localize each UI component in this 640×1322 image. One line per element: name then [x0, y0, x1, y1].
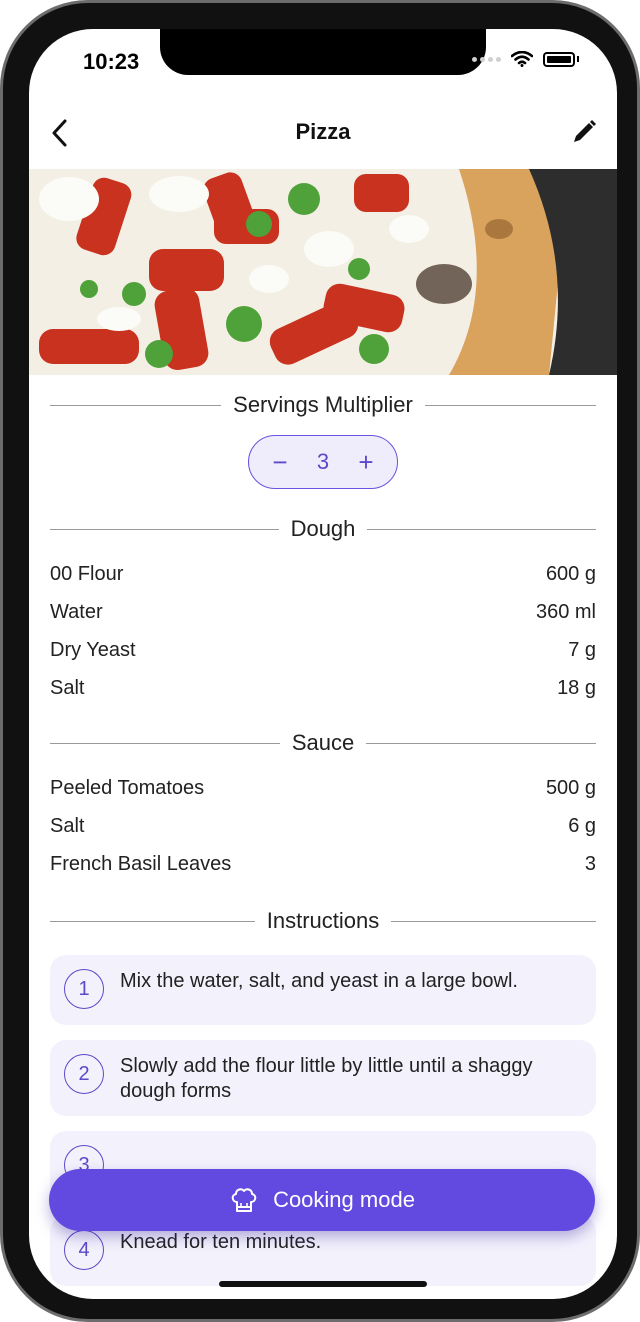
ingredient-name: Dry Yeast: [50, 638, 136, 661]
page-title: Pizza: [295, 119, 351, 144]
ingredient-row: Salt 18 g: [50, 669, 596, 707]
servings-divider: Servings Multiplier: [50, 375, 597, 435]
ingredient-amount: 3: [584, 852, 596, 875]
signal-icon: [472, 56, 501, 62]
pizza-image: [29, 169, 617, 375]
status-icons: [472, 51, 579, 67]
ingredient-row: 00 Flour 600 g: [50, 555, 596, 593]
servings-value: 3: [316, 449, 330, 474]
servings-label: Servings Multiplier: [233, 392, 413, 417]
decrement-button[interactable]: −: [267, 447, 293, 478]
pencil-icon[interactable]: [569, 117, 599, 147]
step-number: 4: [64, 1230, 104, 1270]
step-number: 1: [64, 969, 104, 1009]
ingredient-name: Peeled Tomatoes: [50, 776, 205, 799]
status-time: 10:23: [83, 49, 140, 74]
section-title-instructions: Instructions: [266, 908, 380, 933]
cooking-mode-button[interactable]: Cooking mode: [49, 1169, 595, 1231]
ingredient-amount: 360 ml: [535, 600, 596, 623]
wifi-icon: [511, 51, 533, 67]
battery-icon: [543, 51, 575, 67]
sauce-divider: Sauce: [50, 713, 597, 773]
ingredient-name: French Basil Leaves: [50, 852, 232, 875]
sauce-list: Peeled Tomatoes 500 g Salt 6 g French Ba…: [50, 769, 596, 883]
servings-stepper: − 3 +: [248, 435, 398, 489]
ingredient-name: Salt: [50, 676, 85, 699]
ingredient-row: Water 360 ml: [50, 593, 596, 631]
ingredient-name: Salt: [50, 814, 85, 837]
cooking-mode-label: Cooking mode: [273, 1187, 415, 1212]
phone-frame: 10:23 Pizza Servings Multiplier − 3 + Do…: [0, 0, 640, 1322]
step-text: Mix the water, salt, and yeast in a larg…: [120, 970, 518, 992]
instructions-divider: Instructions: [50, 891, 596, 951]
nav-bar: Pizza: [29, 111, 617, 155]
ingredient-name: 00 Flour: [50, 562, 124, 585]
ingredient-row: French Basil Leaves 3: [50, 845, 596, 883]
ingredient-amount: 7 g: [568, 638, 596, 661]
step-text: Knead for ten minutes.: [120, 1231, 322, 1253]
recipe-content: Servings Multiplier − 3 + Dough 00 Flour…: [50, 375, 597, 1299]
screen: 10:23 Pizza Servings Multiplier − 3 + Do…: [29, 29, 617, 1299]
dough-divider: Dough: [50, 499, 596, 559]
ingredient-amount: 6 g: [568, 814, 596, 837]
chef-hat-icon: [231, 1188, 257, 1212]
recipe-image: [29, 169, 617, 375]
step-text: Slowly add the flour little by little un…: [120, 1055, 533, 1102]
ingredient-row: Dry Yeast 7 g: [50, 631, 596, 669]
ingredient-amount: 18 g: [557, 676, 596, 699]
ingredient-amount: 500 g: [545, 776, 596, 799]
section-title-sauce: Sauce: [291, 730, 355, 755]
instruction-list: 1 Mix the water, salt, and yeast in a la…: [50, 955, 596, 1286]
instruction-step[interactable]: 2 Slowly add the flour little by little …: [50, 1040, 596, 1116]
ingredient-row: Peeled Tomatoes 500 g: [50, 769, 596, 807]
ingredient-amount: 600 g: [545, 562, 596, 585]
ingredient-row: Salt 6 g: [50, 807, 596, 845]
instruction-step[interactable]: 1 Mix the water, salt, and yeast in a la…: [50, 955, 596, 1025]
section-title-dough: Dough: [290, 516, 356, 541]
step-number: 2: [64, 1054, 104, 1094]
dough-list: 00 Flour 600 g Water 360 ml Dry Yeast 7 …: [50, 555, 596, 707]
increment-button[interactable]: +: [353, 447, 379, 478]
notch: [160, 29, 486, 75]
ingredient-name: Water: [50, 600, 103, 623]
home-indicator[interactable]: [219, 1281, 427, 1287]
